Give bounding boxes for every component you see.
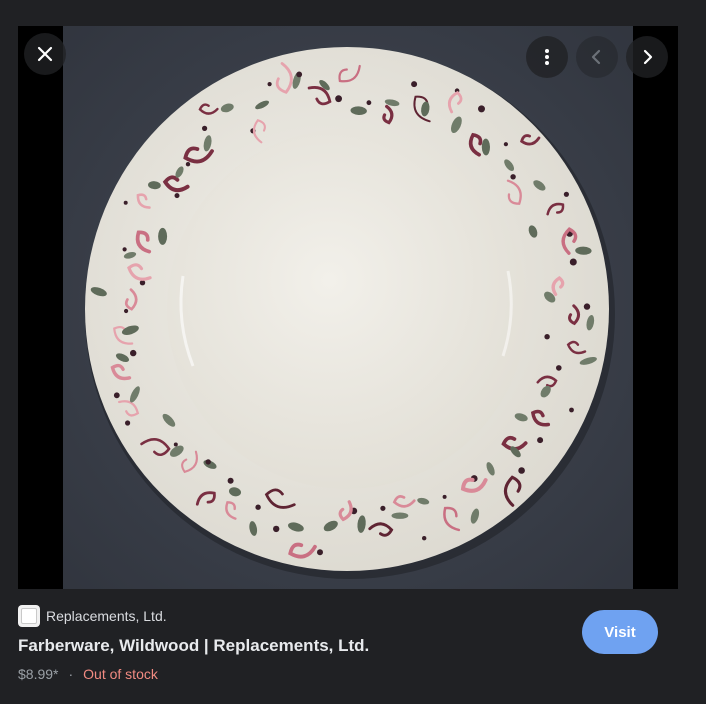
- site-favicon: [18, 605, 40, 627]
- product-image[interactable]: [63, 26, 633, 589]
- image-viewer: Replacements, Ltd. Farberware, Wildwood …: [0, 0, 706, 704]
- chevron-left-icon: [588, 48, 606, 66]
- next-image-button[interactable]: [626, 36, 668, 78]
- chevron-right-icon: [638, 48, 656, 66]
- result-info: Replacements, Ltd. Farberware, Wildwood …: [18, 604, 578, 682]
- separator: ·: [68, 666, 74, 682]
- price-row: $8.99* · Out of stock: [18, 666, 578, 682]
- more-options-button[interactable]: [526, 36, 568, 78]
- close-button[interactable]: [24, 33, 66, 75]
- more-vert-icon: [538, 48, 556, 66]
- source-row[interactable]: Replacements, Ltd.: [18, 604, 578, 628]
- result-title[interactable]: Farberware, Wildwood | Replacements, Ltd…: [18, 636, 578, 656]
- price: $8.99*: [18, 666, 59, 682]
- stock-status: Out of stock: [83, 666, 158, 682]
- close-icon: [36, 45, 54, 63]
- visit-button[interactable]: Visit: [582, 610, 658, 654]
- previous-image-button[interactable]: [576, 36, 618, 78]
- source-name[interactable]: Replacements, Ltd.: [46, 608, 167, 624]
- image-frame: [18, 26, 678, 589]
